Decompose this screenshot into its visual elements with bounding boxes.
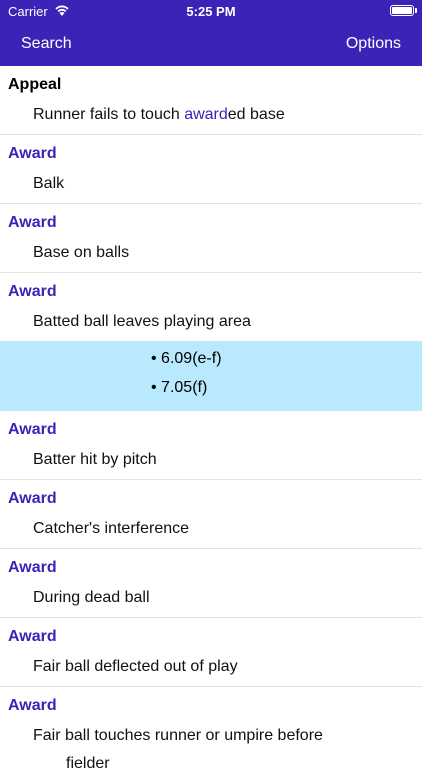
list-item[interactable]: Appeal Runner fails to touch awarded bas… — [0, 66, 422, 135]
entry-title: Award — [8, 490, 57, 507]
entry-title: Award — [8, 628, 57, 645]
rule-references-panel: • 6.09(e-f) • 7.05(f) — [0, 341, 422, 411]
battery-nub — [415, 8, 417, 13]
entry-subtitle: Runner fails to touch awarded base — [0, 100, 422, 135]
search-button[interactable]: Search — [21, 35, 72, 53]
entry-title: Award — [8, 421, 57, 438]
entry-subtitle: Base on balls — [0, 238, 422, 273]
rule-reference-link[interactable]: • 7.05(f) — [151, 379, 207, 397]
status-time: 5:25 PM — [186, 4, 236, 19]
entry-subtitle-continued: fielder — [66, 755, 110, 772]
nav-bar: Search Options — [0, 22, 422, 66]
entry-title: Award — [8, 283, 57, 300]
entry-title: Award — [8, 559, 57, 576]
entry-subtitle: Catcher's interference — [0, 514, 422, 549]
entry-subtitle: Fair ball deflected out of play — [0, 652, 422, 687]
entry-title: Appeal — [8, 76, 62, 93]
battery-icon — [390, 5, 414, 16]
search-highlight: award — [184, 106, 228, 123]
list-item[interactable]: Award Batter hit by pitch — [0, 411, 422, 480]
entry-title: Award — [8, 697, 57, 714]
entry-subtitle: Balk — [0, 169, 422, 204]
status-bar: Carrier 5:25 PM — [0, 0, 422, 22]
list-item[interactable]: Award Catcher's interference — [0, 480, 422, 549]
list-item[interactable]: Award Fair ball deflected out of play — [0, 618, 422, 687]
list-item[interactable]: Award Balk — [0, 135, 422, 204]
rules-list: Appeal Runner fails to touch awarded bas… — [0, 66, 422, 783]
list-item[interactable]: Award Base on balls — [0, 204, 422, 273]
list-item[interactable]: Award Batted ball leaves playing area — [0, 273, 422, 341]
list-item[interactable]: Award During dead ball — [0, 549, 422, 618]
entry-subtitle: During dead ball — [0, 583, 422, 618]
list-item[interactable]: Award Fair ball touches runner or umpire… — [0, 687, 422, 783]
rule-reference-link[interactable]: • 6.09(e-f) — [151, 350, 222, 368]
entry-subtitle: Batter hit by pitch — [0, 445, 422, 480]
entry-title: Award — [8, 214, 57, 231]
entry-subtitle: Batted ball leaves playing area — [33, 313, 251, 330]
options-button[interactable]: Options — [346, 35, 401, 53]
entry-title: Award — [8, 145, 57, 162]
